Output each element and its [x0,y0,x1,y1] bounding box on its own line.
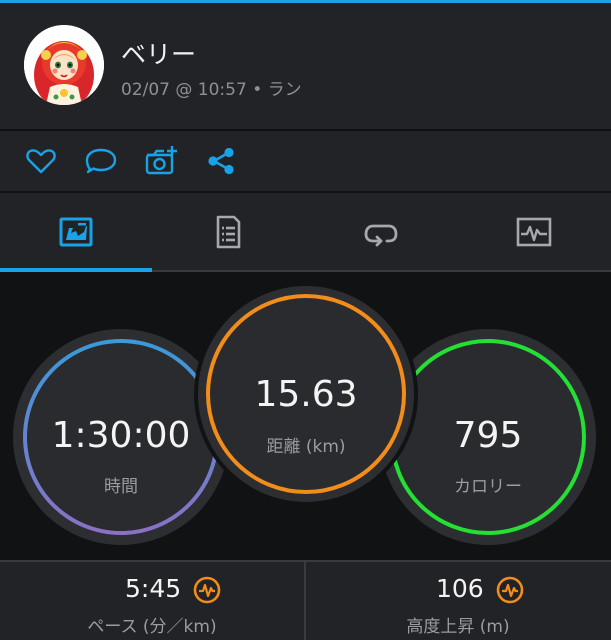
time-ring: 1:30:00 時間 [13,329,229,545]
pace-label: ペース (分／km) [87,617,217,637]
share-icon [208,147,234,175]
tab-summary[interactable] [0,193,152,271]
distance-ring: 15.63 距離 (km) [198,286,414,502]
activity-header: ベリー 02/07 @ 10:57 • ラン [0,3,611,129]
calories-label: カロリー [454,477,522,497]
stats-area: 1:30:00 時間 795 カロリー 15.63 距離 (km) [0,272,611,560]
activity-badge-icon [193,576,221,604]
add-photo-button[interactable] [144,145,178,177]
activity-meta: 02/07 @ 10:57 • ラン [121,80,302,100]
tab-bar [0,193,611,271]
comment-button[interactable] [84,145,118,177]
heart-icon [26,149,56,174]
speech-bubble-icon [85,148,117,174]
time-label: 時間 [104,477,138,497]
tab-laps[interactable] [305,193,457,271]
pace-value: 5:45 [125,574,182,603]
activity-badge-icon [496,576,524,604]
tab-details[interactable] [152,193,304,271]
tab-charts[interactable] [458,193,610,271]
document-icon [216,215,241,249]
stats-card-icon [59,217,93,247]
camera-plus-icon [145,146,177,175]
distance-label: 距離 (km) [266,437,346,457]
pace-stat[interactable]: 5:45 ペース (分／km) [0,562,304,640]
avatar[interactable] [24,25,104,105]
elevation-value: 106 [436,574,484,603]
elevation-stat[interactable]: 106 高度上昇 (m) [306,562,610,640]
time-value: 1:30:00 [51,415,191,456]
heartbeat-chart-icon [516,217,552,247]
loop-arrow-icon [364,224,398,247]
matryoshka-doll-avatar-icon [24,25,104,105]
share-button[interactable] [204,145,238,177]
username: ベリー [121,40,197,69]
distance-value: 15.63 [254,374,358,415]
elevation-label: 高度上昇 (m) [406,617,510,637]
like-button[interactable] [24,145,58,177]
action-bar [0,131,611,191]
